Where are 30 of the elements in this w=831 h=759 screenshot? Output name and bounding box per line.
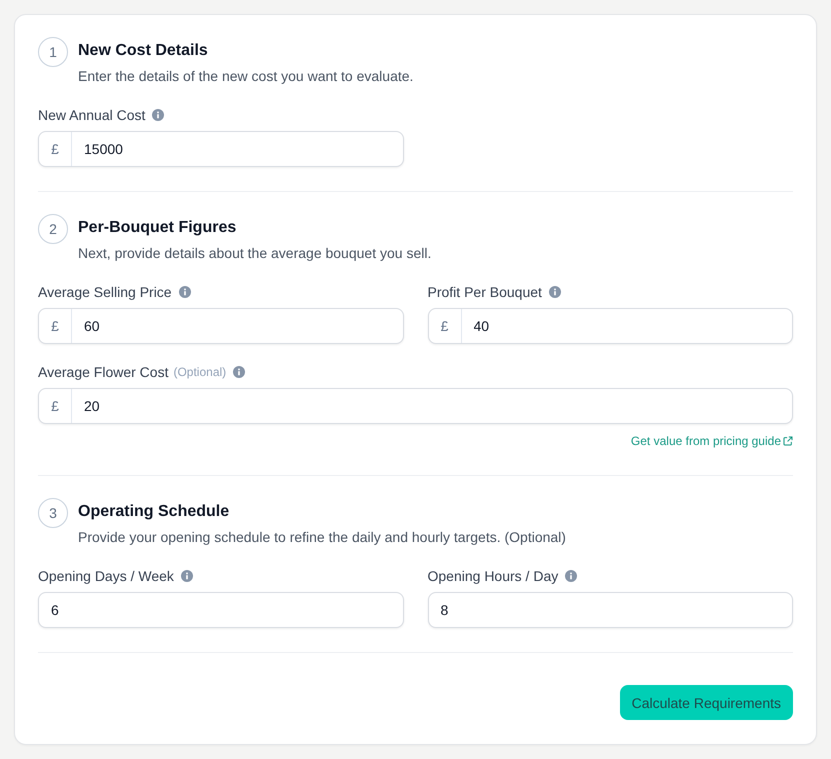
calculate-button[interactable]: Calculate Requirements (620, 685, 793, 720)
info-icon[interactable] (548, 286, 561, 298)
step-number: 3 (38, 498, 68, 528)
field-label: Average Flower Cost (38, 363, 168, 382)
step-number: 2 (38, 214, 68, 244)
currency-prefix: £ (39, 389, 72, 423)
info-icon[interactable] (565, 570, 578, 582)
field-label: New Annual Cost (38, 106, 146, 125)
currency-prefix: £ (39, 309, 72, 343)
section-description: Provide your opening schedule to refine the daily and hourly targets. (Optional) (78, 528, 566, 547)
section-description: Enter the details of the new cost you want to evaluate. (78, 67, 414, 86)
number-input[interactable]: 8 (428, 592, 793, 628)
field-label: Opening Days / Week (38, 567, 174, 586)
info-icon[interactable] (233, 366, 246, 378)
section-title: Operating Schedule (78, 502, 230, 522)
section-description: Next, provide details about the average bouquet you sell. (78, 244, 432, 263)
field-label: Profit Per Bouquet (428, 283, 542, 302)
currency-prefix: £ (428, 309, 462, 343)
section-title: New Cost Details (78, 41, 209, 61)
optional-note: (Optional) (173, 364, 226, 381)
info-icon[interactable] (180, 570, 193, 582)
step-number: 1 (38, 37, 68, 67)
info-icon[interactable] (152, 109, 164, 121)
currency-prefix: £ (39, 132, 72, 166)
field-label: Average Selling Price (38, 283, 172, 302)
external-link-icon (783, 436, 793, 446)
section-title: Per-Bouquet Figures (78, 218, 238, 238)
number-input[interactable]: 6 (38, 592, 404, 628)
info-icon[interactable] (178, 286, 191, 298)
field-label: Opening Hours / Day (428, 567, 558, 586)
